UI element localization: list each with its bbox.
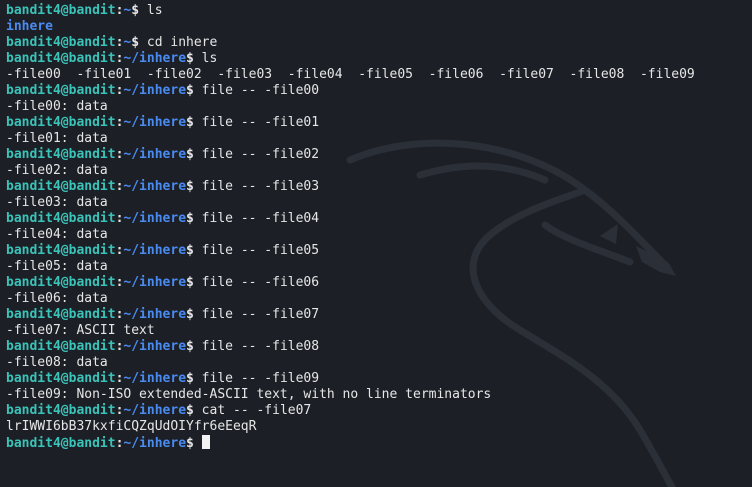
command-text: cd inhere [139, 35, 218, 50]
prompt-user-host: bandit4@bandit [6, 339, 116, 354]
prompt-user-host: bandit4@bandit [6, 371, 116, 386]
prompt-user-host: bandit4@bandit [6, 275, 116, 290]
command-text: file -- -file09 [193, 371, 320, 386]
text-cursor[interactable] [201, 435, 210, 449]
prompt-user-host: bandit4@bandit [6, 115, 116, 130]
prompt-path: ~/inhere [123, 243, 187, 258]
output-line: lrIWWI6bB37kxfiCQZqUdOIYfr6eEeqR [6, 419, 257, 434]
output-line: -file05: data [6, 259, 108, 274]
command-text: file -- -file03 [193, 179, 320, 194]
prompt-path: ~/inhere [123, 179, 187, 194]
command-text: ls [139, 3, 163, 18]
prompt-line: bandit4@bandit:~$ ls [6, 3, 752, 19]
prompt-dollar: $ [186, 436, 194, 451]
prompt-path: ~/inhere [123, 147, 187, 162]
prompt-dollar: $ [186, 211, 194, 226]
prompt-line: bandit4@bandit:~/inhere$ file -- -file04 [6, 211, 752, 227]
command-text: file -- -file02 [193, 147, 320, 162]
prompt-user-host: bandit4@bandit [6, 211, 116, 226]
prompt-user-host: bandit4@bandit [6, 403, 116, 418]
prompt-dollar: $ [186, 339, 194, 354]
prompt-dollar: $ [131, 35, 140, 50]
output-line: -file00 -file01 -file02 -file03 -file04 … [6, 67, 695, 82]
prompt-dollar: $ [131, 3, 140, 18]
output-line: -file08: data [6, 355, 108, 370]
prompt-line: bandit4@bandit:~$ cd inhere [6, 35, 752, 51]
prompt-user-host: bandit4@bandit [6, 243, 116, 258]
output-line: -file03: data [6, 195, 108, 210]
prompt-dollar: $ [186, 179, 194, 194]
command-text: ls [193, 51, 218, 66]
prompt-line: bandit4@bandit:~/inhere$ file -- -file00 [6, 83, 752, 99]
terminal-output: bandit4@bandit:~$ ls inhere bandit4@bandit… [6, 3, 752, 451]
prompt-dollar: $ [186, 51, 194, 66]
prompt-dollar: $ [186, 83, 194, 98]
command-text: file -- -file04 [193, 211, 320, 226]
prompt-dollar: $ [186, 243, 194, 258]
terminal-window[interactable]: bandit4@bandit:~$ ls inhere bandit4@bandit… [0, 0, 752, 487]
prompt-path: ~/inhere [123, 339, 187, 354]
prompt-path: ~/inhere [123, 436, 187, 451]
prompt-line: bandit4@bandit:~/inhere$ cat -- -file07 [6, 403, 752, 419]
prompt-user-host: bandit4@bandit [6, 307, 116, 322]
prompt-line: bandit4@bandit:~/inhere$ file -- -file06 [6, 275, 752, 291]
prompt-user-host: bandit4@bandit [6, 179, 116, 194]
prompt-user-host: bandit4@bandit [6, 83, 116, 98]
prompt-line: bandit4@bandit:~/inhere$ file -- -file03 [6, 179, 752, 195]
command-text: file -- -file07 [193, 307, 320, 322]
prompt-user-host: bandit4@bandit [6, 3, 116, 18]
command-text: file -- -file06 [193, 275, 320, 290]
output-line: -file02: data [6, 163, 108, 178]
prompt-dollar: $ [186, 403, 194, 418]
command-text [194, 436, 202, 451]
command-text: file -- -file08 [193, 339, 320, 354]
output-line: -file04: data [6, 227, 108, 242]
directory-listing: inhere [6, 19, 752, 35]
command-text: file -- -file00 [193, 83, 320, 98]
prompt-path: ~/inhere [123, 211, 187, 226]
output-line: -file07: ASCII text [6, 323, 155, 338]
prompt-user-host: bandit4@bandit [6, 51, 116, 66]
prompt-dollar: $ [186, 307, 194, 322]
prompt-line: bandit4@bandit:~/inhere$ file -- -file09 [6, 371, 752, 387]
command-text: file -- -file01 [193, 115, 320, 130]
prompt-path: ~/inhere [123, 83, 187, 98]
prompt-dollar: $ [186, 371, 194, 386]
output-line: -file09: Non-ISO extended-ASCII text, wi… [6, 387, 492, 402]
prompt-line: bandit4@bandit:~/inhere$ file -- -file02 [6, 147, 752, 163]
output-line: -file06: data [6, 291, 108, 306]
prompt-user-host: bandit4@bandit [6, 35, 116, 50]
prompt-line: bandit4@bandit:~/inhere$ file -- -file08 [6, 339, 752, 355]
directory-name: inhere [6, 19, 53, 34]
prompt-user-host: bandit4@bandit [6, 147, 116, 162]
prompt-path: ~/inhere [123, 275, 187, 290]
prompt-dollar: $ [186, 275, 194, 290]
prompt-line: bandit4@bandit:~/inhere$ file -- -file01 [6, 115, 752, 131]
prompt-line: bandit4@bandit:~/inhere$ ls [6, 51, 752, 67]
prompt-path: ~/inhere [123, 403, 187, 418]
prompt-dollar: $ [186, 147, 194, 162]
prompt-user-host: bandit4@bandit [6, 436, 116, 451]
prompt-path: ~/inhere [123, 51, 187, 66]
output-line: -file01: data [6, 131, 108, 146]
prompt-path: ~/inhere [123, 115, 187, 130]
command-text: cat -- -file07 [193, 403, 312, 418]
prompt-line: bandit4@bandit:~/inhere$ file -- -file07 [6, 307, 752, 323]
prompt-line: bandit4@bandit:~/inhere$ file -- -file05 [6, 243, 752, 259]
prompt-dollar: $ [186, 115, 194, 130]
output-line: -file00: data [6, 99, 108, 114]
prompt-path: ~/inhere [123, 307, 187, 322]
prompt-line: bandit4@bandit:~/inhere$ [6, 435, 752, 451]
command-text: file -- -file05 [193, 243, 320, 258]
prompt-path: ~/inhere [123, 371, 187, 386]
